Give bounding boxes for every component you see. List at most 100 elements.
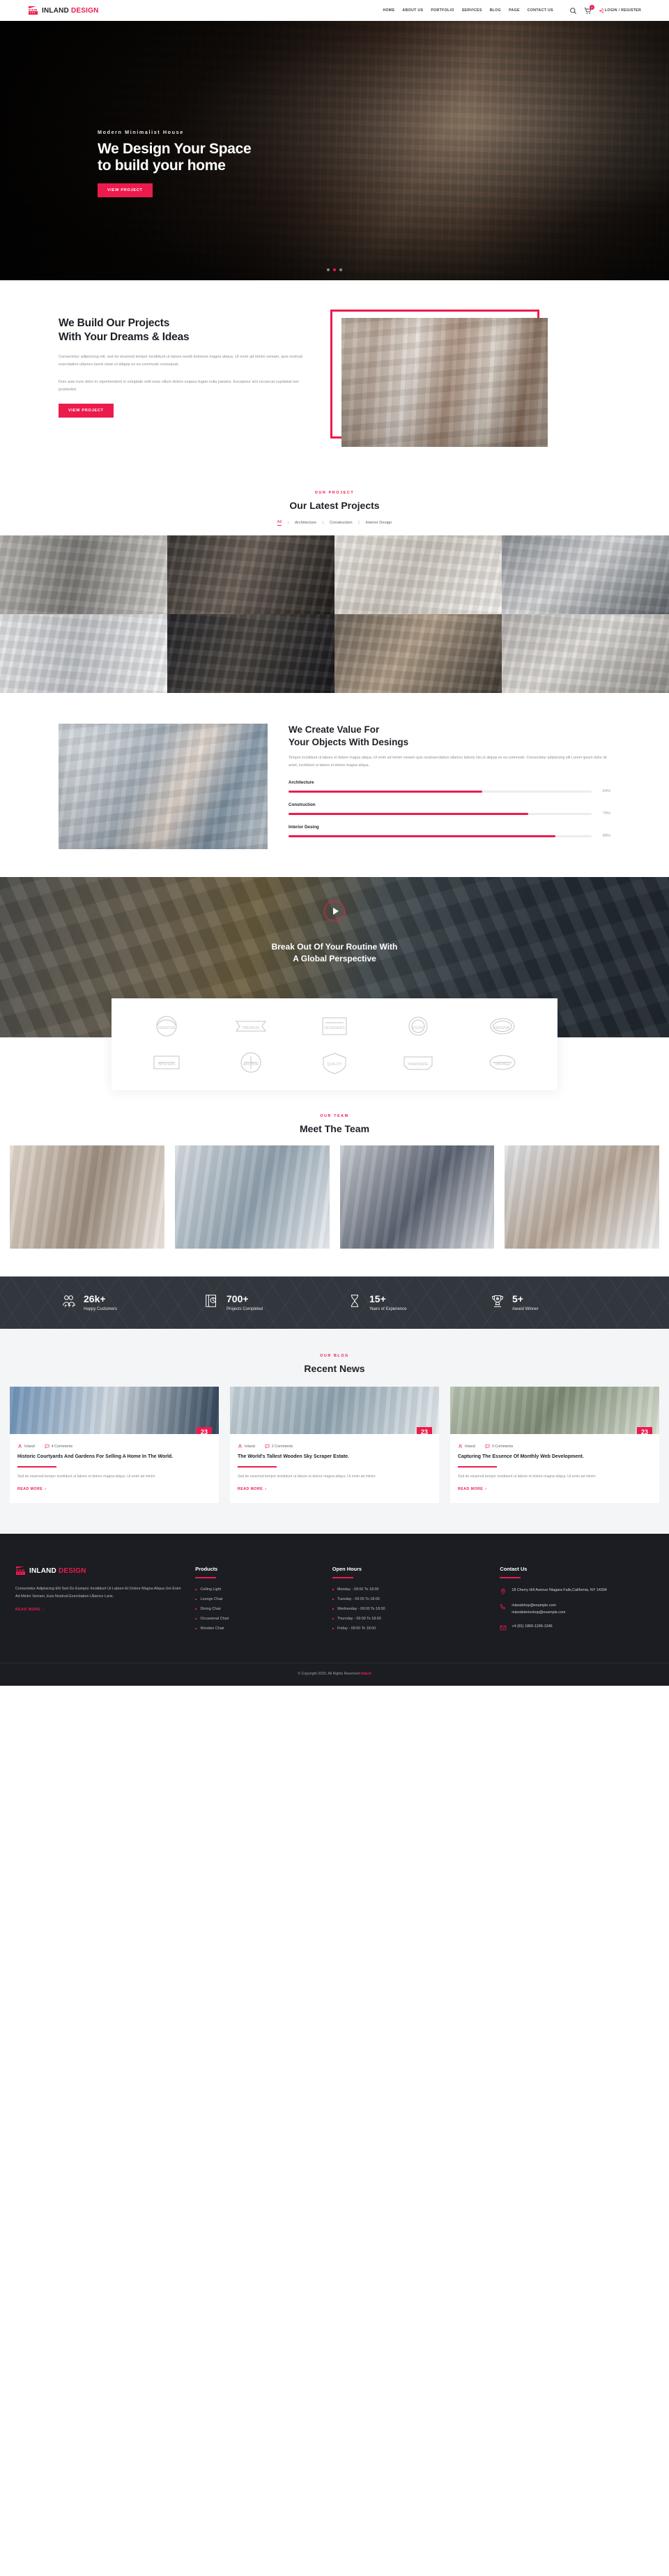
- post-read-more-link[interactable]: READ MORE ›: [17, 1487, 46, 1491]
- footer-hours-list: Monday - 09:00 To 18:00 Tuesday - 09:00 T…: [332, 1587, 486, 1631]
- footer-product-item-label: Wooden Chair: [200, 1626, 224, 1631]
- contact-email-2[interactable]: inlandeterioshop@example.com: [512, 1610, 565, 1616]
- contact-phone-text: +4 (81) 1800-1245-1246: [512, 1624, 553, 1629]
- site-logo[interactable]: INLAND DESIGN: [28, 6, 99, 15]
- footer-hours-item[interactable]: Thursday - 09:00 To 18:00: [332, 1617, 486, 1621]
- post-title[interactable]: The World's Tallest Wooden Sky Scraper E…: [238, 1454, 431, 1461]
- portfolio-tile-living-room-grey-sofa[interactable]: [0, 535, 167, 614]
- brand-shield-mark: QUALITY: [296, 1050, 373, 1075]
- skill-label: Construction: [289, 802, 316, 808]
- filter-all[interactable]: All: [277, 520, 282, 526]
- portfolio-tile-dark-lounge-pendant-lights[interactable]: [167, 614, 334, 693]
- nav-item-blog[interactable]: BLOG: [490, 8, 501, 13]
- skill-fill: [289, 812, 528, 815]
- footer-logo[interactable]: INLAND DESIGN: [15, 1566, 181, 1576]
- footer-hours-item[interactable]: Friday - 09:00 To 18:00: [332, 1626, 486, 1631]
- nav-item-page[interactable]: PAGE: [509, 8, 520, 13]
- footer-product-item[interactable]: Occasional Chair: [195, 1617, 318, 1621]
- post-title[interactable]: Capturing The Essence Of Monthly Web Dev…: [458, 1454, 652, 1461]
- footer-hours-item[interactable]: Monday - 09:00 To 18:00: [332, 1587, 486, 1592]
- footer-product-item-label: Lounge Chair: [200, 1597, 223, 1602]
- hero-slider-dots[interactable]: [0, 268, 669, 271]
- filter-interior-design[interactable]: Interior Design: [366, 521, 392, 525]
- value-title-line1: We Create Value For: [289, 724, 380, 735]
- footer-product-item[interactable]: Dining Chair: [195, 1607, 318, 1611]
- about-view-project-button[interactable]: VIEW PROJECT: [59, 404, 114, 418]
- portfolio-tile-dark-kitchen-island[interactable]: [167, 535, 334, 614]
- envelope-icon: [500, 1625, 507, 1631]
- search-icon[interactable]: [569, 7, 577, 15]
- footer-hours-item[interactable]: Tuesday - 09:00 To 18:00: [332, 1597, 486, 1601]
- post-read-more-link[interactable]: READ MORE ›: [238, 1487, 266, 1491]
- site-header: INLAND DESIGN HOME ABOUT US PORTFOLIO SE…: [0, 0, 669, 21]
- brand-round-seal: ARCHIVE: [212, 1050, 289, 1075]
- page-root: INLAND DESIGN HOME ABOUT US PORTFOLIO SE…: [0, 0, 669, 1686]
- phone-icon: [500, 1604, 506, 1610]
- nav-item-home[interactable]: HOME: [383, 8, 394, 13]
- about-title: We Build Our Projects With Your Dreams &…: [59, 317, 307, 344]
- logo-text-secondary: DESIGN: [70, 6, 99, 15]
- stats-section: 26k+ Happy Customers 700+ Projects Complete…: [0, 1276, 669, 1329]
- cart-icon[interactable]: 0: [584, 4, 594, 15]
- filter-architecture[interactable]: Architecture: [295, 521, 316, 525]
- footer-read-more-link[interactable]: READ MORE ›: [15, 1608, 44, 1612]
- footer-product-item[interactable]: Ceiling Light: [195, 1587, 318, 1592]
- post-rule: [458, 1466, 497, 1468]
- hero-dot-1[interactable]: [327, 268, 330, 271]
- post-title[interactable]: Historic Courtyards And Gardens For Sell…: [17, 1454, 211, 1461]
- team-member-2[interactable]: [174, 1145, 330, 1249]
- contact-email-1[interactable]: inlandshop@example.com: [512, 1603, 565, 1609]
- nav-item-about-us[interactable]: ABOUT US: [402, 8, 423, 13]
- team-member-1[interactable]: [10, 1145, 164, 1249]
- hero-view-project-button[interactable]: VIEW PROJECT: [98, 183, 153, 198]
- post-date-badge: 23JAN: [417, 1427, 432, 1434]
- portfolio-tile-minimal-white-interior[interactable]: [0, 614, 167, 693]
- portfolio-tile-marble-wall-stair-light[interactable]: [502, 614, 669, 693]
- nav-item-portfolio[interactable]: PORTFOLIO: [431, 8, 454, 13]
- footer-product-item[interactable]: Wooden Chair: [195, 1626, 318, 1631]
- skill-label: Interior Desing: [289, 825, 319, 830]
- brand-vintage-oval: VINTAGE: [464, 1050, 541, 1075]
- play-icon[interactable]: [324, 901, 345, 922]
- blog-post-card[interactable]: 23JAN Inland 4 Comments Historic Courtyards…: [10, 1387, 219, 1504]
- stat-number: 15+: [369, 1293, 386, 1305]
- footer-rule: [332, 1577, 353, 1579]
- footer-logo-mark-icon: [15, 1566, 26, 1576]
- skill-track: [289, 790, 592, 793]
- contact-email-text: inlandshop@example.com inlandeterioshop@…: [512, 1603, 565, 1616]
- team-member-3[interactable]: [339, 1145, 495, 1249]
- skill-percent: 88%: [602, 834, 610, 839]
- skill-track: [289, 834, 592, 837]
- cta-title-line2: A Global Perspective: [293, 954, 376, 964]
- stat-projects-completed: 700+ Projects Completed: [192, 1293, 334, 1312]
- post-image-house-with-pool: 23JAN: [10, 1387, 219, 1434]
- nav-item-services[interactable]: SERVICES: [462, 8, 482, 13]
- footer-products-title: Products: [195, 1566, 218, 1573]
- login-register-link[interactable]: LOGIN / REGISTER: [599, 8, 641, 13]
- blog-post-card[interactable]: 23JAN Inland 2 Comments The World's Tallest…: [230, 1387, 439, 1504]
- skill-fill: [289, 790, 483, 793]
- footer-product-item[interactable]: Lounge Chair: [195, 1597, 318, 1601]
- portfolio-tile-white-bathroom-tub[interactable]: [502, 535, 669, 614]
- footer-hours-item[interactable]: Wednesday - 09:00 To 18:00: [332, 1607, 486, 1611]
- chevron-right-icon: ›: [45, 1487, 47, 1492]
- team-member-4[interactable]: [505, 1145, 659, 1249]
- nav-item-contact-us[interactable]: CONTACT US: [528, 8, 553, 13]
- footer-contact-column: Contact Us 18 Cherry Hill Avenue Niagara…: [500, 1566, 654, 1639]
- hourglass-icon: [347, 1293, 362, 1312]
- footer-about-text: Consectetur Adipisicing Elit Sed Do Eium…: [15, 1587, 181, 1599]
- post-rule: [17, 1466, 56, 1468]
- svg-text:QUALITY: QUALITY: [327, 1062, 342, 1067]
- hero-dot-2[interactable]: [333, 268, 336, 271]
- footer-hours-item-label: Monday - 09:00 To 18:00: [337, 1587, 379, 1592]
- hero-slider: Modern Minimalist House We Design Your S…: [0, 21, 669, 280]
- login-icon: [599, 8, 603, 13]
- portfolio-tile-bright-curtains-window[interactable]: [334, 535, 502, 614]
- blog-post-card[interactable]: 23JAN Inland 3 Comments Capturing The Essen…: [450, 1387, 659, 1504]
- stat-label: Years of Experience: [369, 1306, 407, 1311]
- portfolio-tile-warm-living-room-ceiling[interactable]: [334, 614, 502, 693]
- skill-construction: Construction 79%: [289, 802, 610, 816]
- post-read-more-link[interactable]: READ MORE ›: [458, 1487, 486, 1491]
- filter-construction[interactable]: Construction: [330, 521, 353, 525]
- hero-dot-3[interactable]: [339, 268, 342, 271]
